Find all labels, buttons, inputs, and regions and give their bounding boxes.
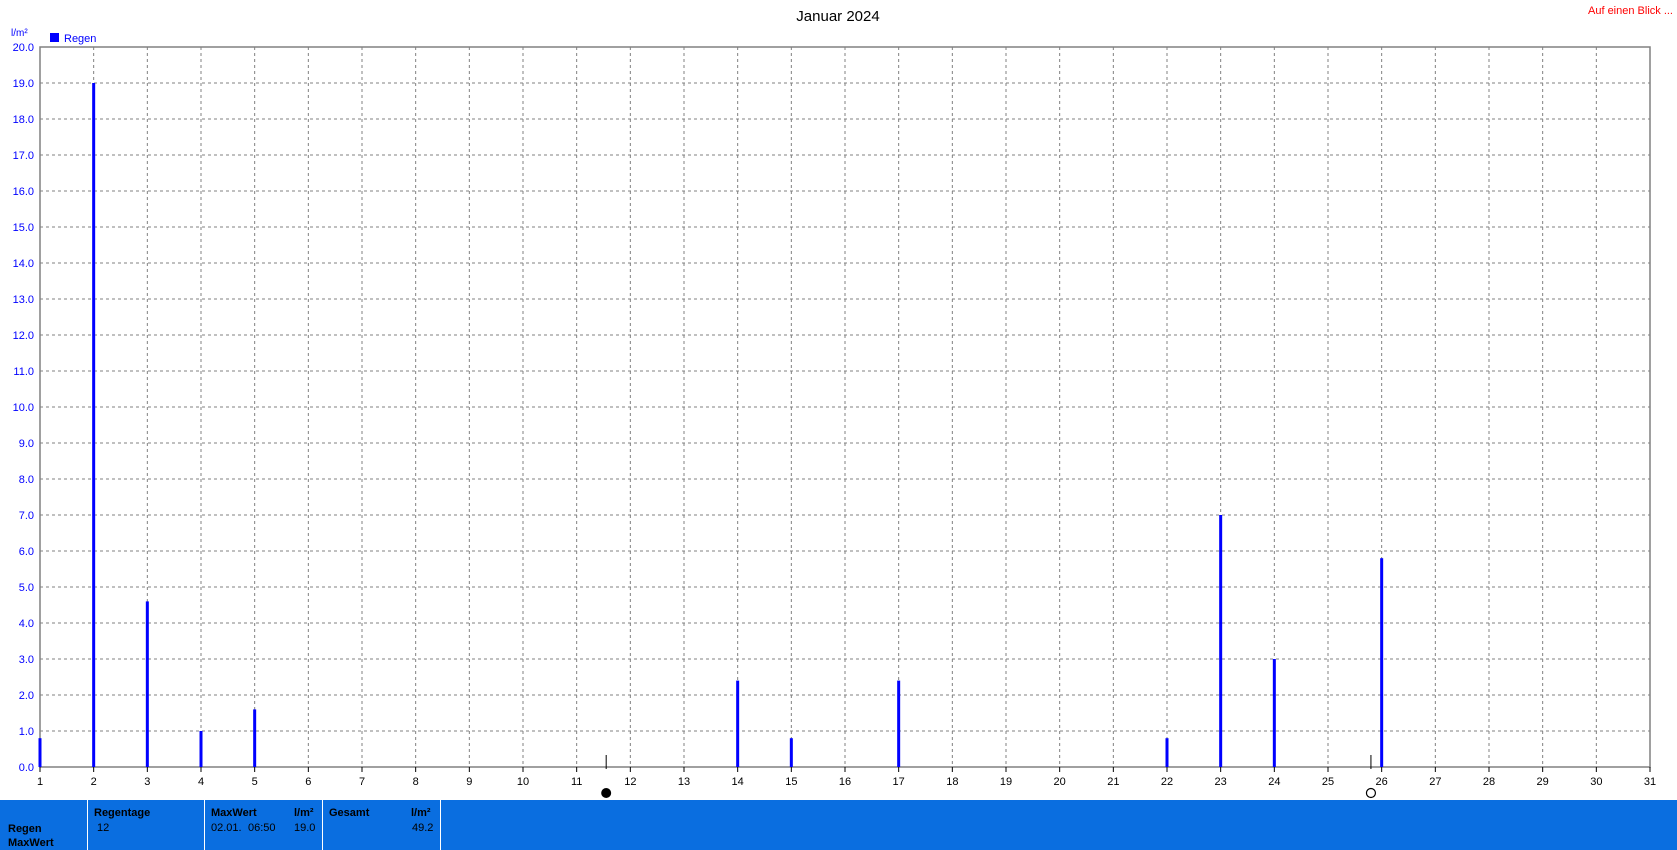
y-tick-label: 6.0: [19, 546, 34, 558]
x-tick-label: 7: [359, 776, 365, 788]
y-tick-label: 7.0: [19, 510, 34, 522]
x-tick-label: 30: [1590, 776, 1602, 788]
y-axis-unit-label: l/m²: [11, 28, 28, 39]
rain-bar: [1165, 738, 1169, 767]
x-tick-label: 31: [1644, 776, 1656, 788]
full-moon-icon: [1365, 787, 1377, 799]
gesamt-label: Gesamt: [329, 807, 370, 819]
x-tick-label: 12: [624, 776, 636, 788]
x-tick-label: 15: [785, 776, 797, 788]
x-tick-label: 3: [144, 776, 150, 788]
regentage-label: Regentage: [94, 807, 151, 819]
overview-link[interactable]: Auf einen Blick ...: [1588, 5, 1673, 17]
rain-bars: [38, 83, 1384, 767]
footer-row-label-regen: Regen: [8, 823, 42, 835]
x-tick-label: 10: [517, 776, 529, 788]
y-tick-label: 12.0: [13, 330, 34, 342]
rain-bar: [1380, 558, 1384, 767]
x-tick-label: 4: [198, 776, 204, 788]
rain-bar: [38, 738, 42, 767]
y-tick-label: 0.0: [19, 762, 34, 774]
x-tick-label: 14: [732, 776, 744, 788]
footer-gesamt-cell: Gesamt l/m² 49.2: [323, 800, 441, 850]
x-tick-label: 20: [1054, 776, 1066, 788]
footer-maxwert-cell: MaxWert l/m² 02.01. 06:50 19.0: [205, 800, 323, 850]
legend-swatch: [50, 33, 59, 42]
x-tick-label: 25: [1322, 776, 1334, 788]
gesamt-value: 49.2: [412, 822, 434, 834]
x-tick-label: 8: [413, 776, 419, 788]
rain-bar: [897, 680, 901, 767]
x-tick-label: 9: [466, 776, 472, 788]
chart-title: Januar 2024: [796, 8, 879, 25]
y-tick-label: 19.0: [13, 78, 34, 90]
x-tick-label: 22: [1161, 776, 1173, 788]
rain-bar: [789, 738, 793, 767]
rain-bar: [92, 83, 96, 767]
maxwert-label: MaxWert: [211, 807, 257, 819]
x-tick-label: 27: [1429, 776, 1441, 788]
rain-bar: [736, 680, 740, 767]
x-tick-label: 6: [305, 776, 311, 788]
rain-bar: [253, 709, 257, 767]
y-tick-label: 2.0: [19, 690, 34, 702]
rain-bar: [1272, 659, 1276, 767]
grid: [40, 47, 1650, 767]
y-tick-label: 14.0: [13, 258, 34, 270]
rain-bar: [145, 601, 149, 767]
y-tick-label: 11.0: [13, 366, 34, 378]
y-tick-label: 9.0: [19, 438, 34, 450]
x-tick-label: 23: [1215, 776, 1227, 788]
y-tick-label: 18.0: [13, 114, 34, 126]
x-axis-ticks: 1 2 3 4 5 6 7 8 9 10 11 12 13 14 15 16 17 18 19 20 21 22 23 24 2…: [37, 767, 1656, 788]
maxwert-value: 19.0: [294, 822, 316, 834]
maxwert-time: 06:50: [248, 822, 276, 834]
gesamt-unit: l/m²: [411, 807, 431, 819]
y-tick-label: 5.0: [19, 582, 34, 594]
x-tick-label: 11: [571, 776, 582, 788]
y-axis-ticks: 0.0 1.0 2.0 3.0 4.0 5.0 6.0 7.0 8.0 9.0 10.0 11.0 12…: [13, 42, 34, 774]
y-tick-label: 13.0: [13, 294, 34, 306]
footer-row-label-maxwert: MaxWert: [8, 837, 54, 849]
x-tick-label: 21: [1107, 776, 1119, 788]
new-moon-icon: [601, 788, 612, 798]
y-tick-label: 8.0: [19, 474, 34, 486]
summary-footer: Regen MaxWert Regentage 12 MaxWert l/m² …: [0, 800, 1677, 850]
y-tick-label: 16.0: [13, 186, 34, 198]
x-tick-label: 5: [252, 776, 258, 788]
y-tick-label: 1.0: [19, 726, 34, 738]
maxwert-date: 02.01.: [211, 822, 242, 834]
x-tick-label: 2: [91, 776, 97, 788]
y-tick-label: 15.0: [13, 222, 34, 234]
maxwert-unit: l/m²: [294, 807, 314, 819]
x-tick-label: 17: [893, 776, 905, 788]
rain-bar: [199, 731, 203, 767]
footer-row-labels: Regen MaxWert: [0, 800, 88, 850]
x-tick-label: 29: [1537, 776, 1549, 788]
moon-phases: [601, 755, 1377, 799]
y-tick-label: 4.0: [19, 618, 34, 630]
x-tick-label: 16: [839, 776, 851, 788]
x-tick-label: 24: [1268, 776, 1280, 788]
y-tick-label: 10.0: [13, 402, 34, 414]
rain-bar: [1219, 515, 1223, 767]
x-tick-label: 26: [1376, 776, 1388, 788]
x-tick-label: 19: [1000, 776, 1012, 788]
y-tick-label: 17.0: [13, 150, 34, 162]
legend-label[interactable]: Regen: [64, 33, 96, 45]
x-tick-label: 18: [946, 776, 958, 788]
y-tick-label: 3.0: [19, 654, 34, 666]
x-tick-label: 1: [37, 776, 43, 788]
footer-regentage-cell: Regentage 12: [88, 800, 205, 850]
rain-chart: Januar 2024 l/m² Regen 0.0 1.0 2.0 3.0 4.0 5.…: [11, 8, 1656, 799]
x-tick-label: 13: [678, 776, 690, 788]
x-tick-label: 28: [1483, 776, 1495, 788]
y-tick-label: 20.0: [13, 42, 34, 54]
regentage-value: 12: [97, 822, 110, 834]
